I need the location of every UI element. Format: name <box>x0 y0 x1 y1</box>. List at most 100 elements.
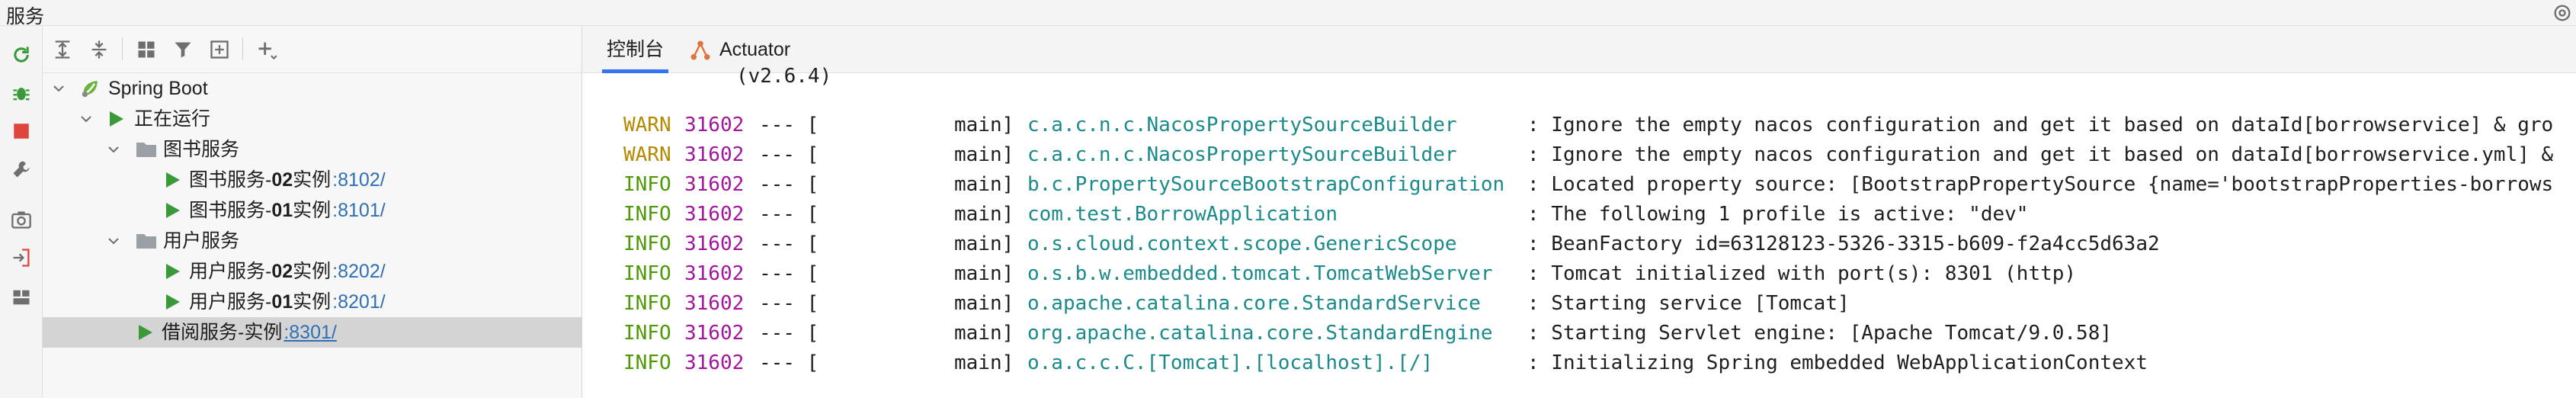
tree-node-group[interactable]: 图书服务 <box>43 134 582 165</box>
log-line: INFO 31602 --- [ main] o.apache.catalina… <box>582 288 2576 319</box>
folder-icon <box>136 134 157 165</box>
new-tab-button[interactable] <box>206 36 233 63</box>
new-tab-icon <box>210 40 229 59</box>
run-icon <box>165 287 181 317</box>
log-level: WARN <box>623 143 671 166</box>
tree-node-label: 正在运行 <box>134 108 211 130</box>
log-logger: o.a.c.c.C.[Tomcat].[localhost].[/] <box>1027 351 1434 374</box>
log-pid: 31602 <box>684 292 745 315</box>
tree-node-service-instance-selected[interactable]: 借阅服务-实例:8301/ <box>43 317 582 348</box>
log-separator: --- [ <box>759 322 819 345</box>
log-line: INFO 31602 --- [ main] o.s.cloud.context… <box>582 229 2576 259</box>
banner-version-line: (v2.6.4) <box>582 61 2576 91</box>
port-link[interactable]: :8201/ <box>332 291 386 313</box>
rerun-button[interactable] <box>8 41 35 69</box>
port-link[interactable]: :8301/ <box>284 322 337 343</box>
log-thread: main] <box>954 114 1014 136</box>
run-icon <box>165 165 181 195</box>
log-thread: main] <box>954 262 1014 285</box>
service-action-bar <box>0 26 43 398</box>
rerun-icon <box>14 47 29 63</box>
run-icon <box>165 256 181 287</box>
log-message: : Ignore the empty nacos configuration a… <box>1527 143 2554 166</box>
add-icon <box>258 42 277 60</box>
log-level: INFO <box>623 203 671 226</box>
port-link[interactable]: :8102/ <box>332 169 386 191</box>
log-line: WARN 31602 --- [ main] c.a.c.n.c.NacosPr… <box>582 110 2576 140</box>
log-message: : Initializing Spring embedded WebApplic… <box>1527 351 2148 374</box>
log-line: WARN 31602 --- [ main] c.a.c.n.c.NacosPr… <box>582 140 2576 170</box>
log-level: INFO <box>623 173 671 196</box>
port-link[interactable]: :8202/ <box>332 261 386 282</box>
log-level: INFO <box>623 262 671 285</box>
settings-gear-icon[interactable] <box>2552 2 2573 24</box>
collapse-all-button[interactable] <box>85 36 113 63</box>
log-line: INFO 31602 --- [ main] com.test.BorrowAp… <box>582 199 2576 229</box>
log-pid: 31602 <box>684 233 745 255</box>
tree-node-running[interactable]: 正在运行 <box>43 104 582 134</box>
port-link[interactable]: :8101/ <box>332 200 386 221</box>
log-thread: main] <box>954 143 1014 166</box>
log-separator: --- [ <box>759 233 819 255</box>
group-by-button[interactable] <box>133 36 160 63</box>
tree-node-spring-boot[interactable]: Spring Boot <box>43 73 582 104</box>
log-line: INFO 31602 --- [ main] o.s.b.w.embedded.… <box>582 258 2576 289</box>
tree-node-service-instance[interactable]: 图书服务-02实例:8102/ <box>43 165 582 195</box>
log-message: : BeanFactory id=63128123-5326-3315-b609… <box>1527 233 2160 255</box>
settings-button[interactable] <box>8 156 35 183</box>
camera-icon <box>11 211 31 229</box>
tree-node-label: 用户服务 <box>163 230 240 252</box>
screenshot-button[interactable] <box>8 206 35 233</box>
debug-button[interactable] <box>8 79 35 107</box>
log-message: : Starting Servlet engine: [Apache Tomca… <box>1527 322 2113 345</box>
tree-node-service-instance[interactable]: 用户服务-02实例:8202/ <box>43 256 582 287</box>
log-separator: --- [ <box>759 203 819 226</box>
log-level: INFO <box>623 292 671 315</box>
toolbar-separator <box>122 37 123 60</box>
chevron-down-icon[interactable] <box>105 226 122 256</box>
log-logger: o.apache.catalina.core.StandardService <box>1027 292 1481 315</box>
log-pid: 31602 <box>684 351 745 374</box>
collapse-all-icon <box>91 40 107 59</box>
attach-button[interactable] <box>8 244 35 271</box>
tree-node-label: 用户服务-02实例:8202/ <box>189 261 386 282</box>
log-pid: 31602 <box>684 203 745 226</box>
folder-icon <box>136 226 157 256</box>
stop-icon <box>14 124 29 139</box>
filter-button[interactable] <box>169 36 197 63</box>
services-tree-panel: Spring Boot 正在运行 图书服务 图书服务-02实例:8102/ 图书… <box>43 26 582 398</box>
layout-grid-icon <box>13 290 30 305</box>
title-bar: 服务 <box>0 0 2576 27</box>
log-message: : Starting service [Tomcat] <box>1527 292 1850 315</box>
stop-button[interactable] <box>8 117 35 145</box>
chevron-down-icon[interactable] <box>105 134 122 165</box>
log-thread: main] <box>954 292 1014 315</box>
log-separator: --- [ <box>759 262 819 285</box>
log-thread: main] <box>954 351 1014 374</box>
log-pid: 31602 <box>684 322 745 345</box>
run-icon <box>137 317 154 348</box>
log-level: INFO <box>623 233 671 255</box>
tree-node-group[interactable]: 用户服务 <box>43 226 582 256</box>
log-message: : Tomcat initialized with port(s): 8301 … <box>1527 262 2077 285</box>
log-pid: 31602 <box>684 262 745 285</box>
log-level: WARN <box>623 114 671 136</box>
tree-node-label: 图书服务 <box>163 139 240 160</box>
window-title: 服务 <box>6 6 45 27</box>
tree-node-label: Spring Boot <box>108 78 208 99</box>
log-logger: o.s.cloud.context.scope.GenericScope <box>1027 233 1457 255</box>
chevron-down-icon[interactable] <box>50 73 67 104</box>
tree-node-service-instance[interactable]: 用户服务-01实例:8201/ <box>43 287 582 317</box>
add-service-button[interactable] <box>253 36 280 63</box>
layout-button[interactable] <box>8 284 35 311</box>
log-message: : Located property source: [BootstrapPro… <box>1527 173 2554 196</box>
tree-node-service-instance[interactable]: 图书服务-01实例:8101/ <box>43 195 582 226</box>
expand-all-button[interactable] <box>49 36 76 63</box>
log-separator: --- [ <box>759 143 819 166</box>
filter-icon <box>175 42 191 58</box>
log-logger: c.a.c.n.c.NacosPropertySourceBuilder <box>1027 143 1457 166</box>
chevron-down-icon[interactable] <box>78 104 95 134</box>
tree-toolbar <box>43 26 582 73</box>
run-icon <box>108 104 125 134</box>
console-panel: 控制台 Actuator (v2.6.4) WARN 31602 --- [ m… <box>582 26 2576 398</box>
